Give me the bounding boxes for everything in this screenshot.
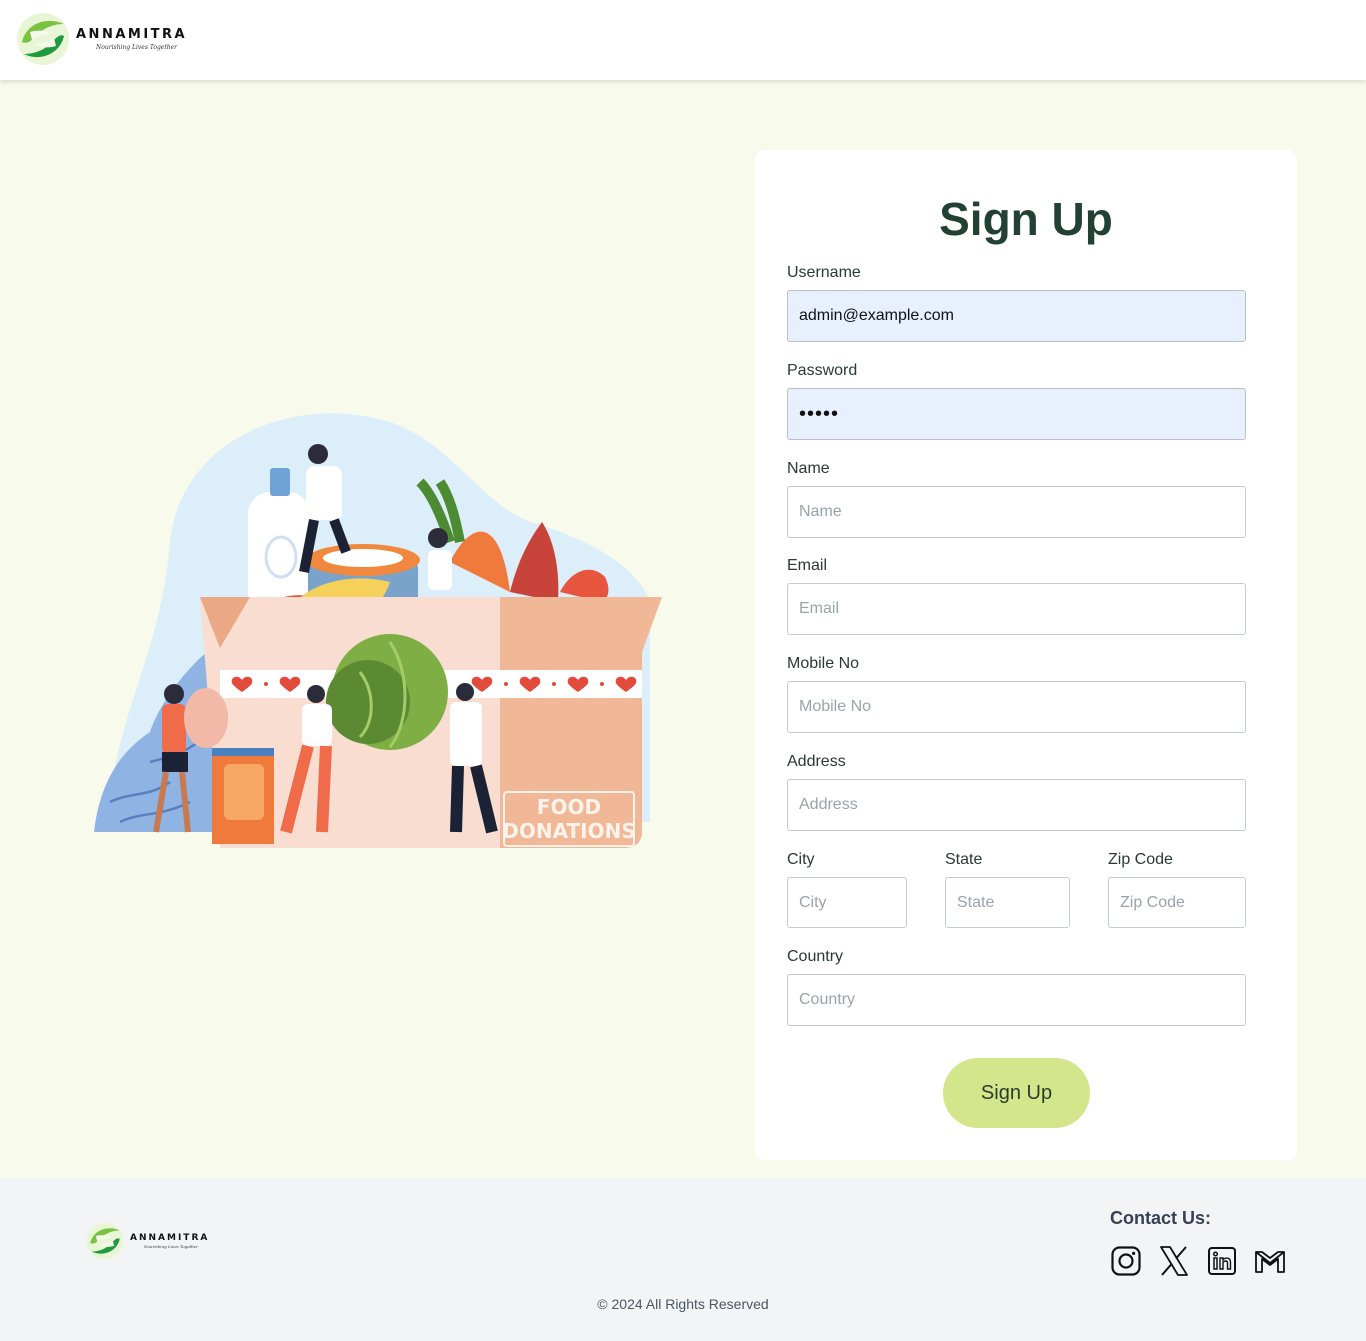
box-label-line2: DONATIONS [502,819,636,843]
gmail-icon [1255,1251,1285,1273]
site-footer: ANNAMITRA Nourishing Lives Together Cont… [0,1178,1366,1341]
footer-tagline: Nourishing Lives Together [144,1244,199,1249]
page-title: Sign Up [939,193,1113,245]
signup-submit-button[interactable]: Sign Up [943,1058,1090,1128]
state-input[interactable] [945,877,1070,928]
instagram-link[interactable] [1110,1245,1142,1277]
name-label: Name [787,460,830,477]
zip-input[interactable] [1108,877,1246,928]
linkedin-link[interactable] [1206,1245,1238,1277]
zip-label: Zip Code [1108,851,1173,868]
header-logo-link[interactable]: ANNAMITRA Nourishing Lives Together [16,12,187,66]
footer-logo-link[interactable]: ANNAMITRA Nourishing Lives Together [86,1222,209,1260]
mobile-label: Mobile No [787,655,860,672]
password-input[interactable] [787,388,1246,440]
signup-card: Sign Up Username Password Name Email Mob… [755,150,1297,1160]
city-input[interactable] [787,877,907,928]
email-input[interactable] [787,583,1246,635]
leaf-logo-icon [17,13,69,65]
country-label: Country [787,948,844,965]
name-input[interactable] [787,486,1246,538]
mobile-input[interactable] [787,681,1246,733]
copyright-text: © 2024 All Rights Reserved [597,1296,769,1312]
contact-title: Contact Us: [1110,1208,1212,1228]
address-label: Address [787,753,846,770]
x-icon [1160,1246,1188,1276]
username-input[interactable] [787,290,1246,342]
gmail-link[interactable] [1254,1245,1286,1277]
password-label: Password [787,362,858,379]
city-label: City [787,851,815,868]
header-brand-name: ANNAMITRA [76,27,188,42]
instagram-icon [1111,1246,1141,1276]
country-input[interactable] [787,974,1246,1026]
food-donation-illustration: FOOD DONATIONS [94,413,662,848]
leaf-logo-icon [86,1222,124,1260]
address-input[interactable] [787,779,1246,831]
email-label: Email [787,557,828,574]
header-tagline: Nourishing Lives Together [96,44,178,51]
footer-brand-name: ANNAMITRA [130,1233,210,1243]
main-content: FOOD DONATIONS Sign Up Username admin@ex… [0,80,1366,1178]
username-label: Username [787,264,861,281]
site-header: ANNAMITRA Nourishing Lives Together [0,0,1366,80]
box-label-line1: FOOD [537,795,601,819]
x-link[interactable] [1158,1245,1190,1277]
linkedin-icon [1208,1247,1236,1275]
state-label: State [945,851,983,868]
